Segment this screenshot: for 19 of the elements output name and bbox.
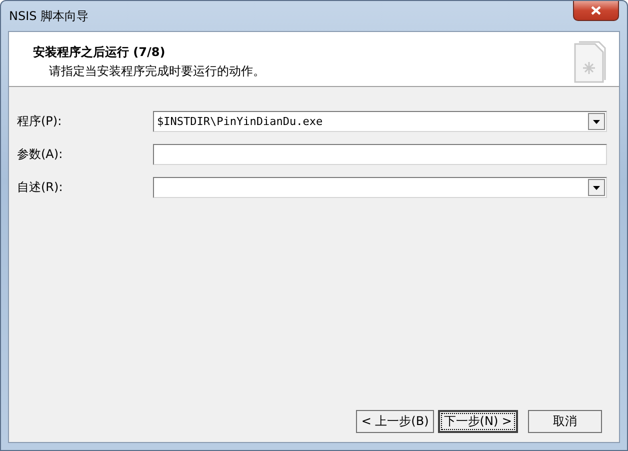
page-subtitle: 请指定当安装程序完成时要运行的动作。: [48, 63, 265, 80]
document-icon: [573, 40, 607, 84]
combo-box[interactable]: [153, 177, 607, 198]
window-title: NSIS 脚本向导: [9, 8, 89, 24]
caret-icon: [593, 120, 600, 124]
field-label: 自述(R):: [17, 179, 64, 196]
combo-box[interactable]: $INSTDIR\PinYinDianDu.exe: [153, 111, 607, 132]
field-label: 程序(P):: [17, 113, 63, 130]
dropdown-button[interactable]: [588, 179, 605, 196]
field-label: 参数(A):: [17, 146, 64, 163]
dropdown-button[interactable]: [588, 113, 605, 130]
dialog-button[interactable]: 下一步(N) >: [438, 410, 518, 433]
close-icon: [591, 6, 601, 15]
input-field[interactable]: [153, 144, 607, 165]
caret-icon: [593, 186, 600, 190]
dialog-button[interactable]: < 上一步(B): [356, 410, 434, 433]
dialog-button[interactable]: 取消: [528, 410, 602, 433]
page-title: 安装程序之后运行 (7/8): [33, 44, 166, 61]
close-button[interactable]: [573, 1, 619, 21]
